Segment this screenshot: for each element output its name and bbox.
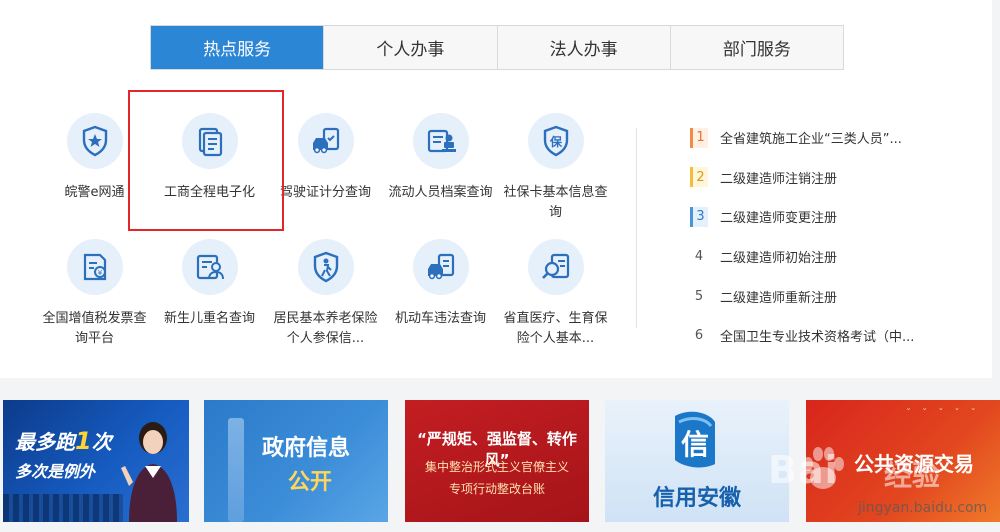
hot-list: 1 全省建筑施工企业“三类人员”... 2 二级建造师注销注册 3 二级建造师变… [690, 118, 990, 356]
service-label: 驾驶证计分查询 [279, 185, 371, 200]
hot-list-text: 全省建筑施工企业“三类人员”... [720, 132, 902, 148]
elderly-shield-icon [297, 239, 354, 295]
banner-rectification[interactable]: “严规矩、强监督、转作风” 集中整治形式主义官僚主义 专项行动整改台账 [405, 400, 589, 522]
service-label: 社保卡基本信息查询 [503, 185, 608, 220]
banner-subline: 集中整治形式主义官僚主义 [424, 460, 569, 474]
id-card-person-icon [181, 239, 238, 295]
service-label: 流动人员档案查询 [388, 185, 493, 200]
hot-list-item[interactable]: 4 二级建造师初始注册 [690, 237, 990, 277]
credit-logo-icon: 信 [675, 411, 715, 468]
hot-list-item[interactable]: 2 二级建造师注销注册 [690, 158, 990, 198]
service-label: 居民基本养老保险个人参保信... [273, 311, 378, 346]
service-item-social-security-card[interactable]: 保 社保卡基本信息查询 [498, 113, 613, 223]
service-tabs: 热点服务 个人办事 法人办事 部门服务 [150, 25, 844, 70]
social-security-shield-icon: 保 [527, 113, 584, 169]
hot-list-item[interactable]: 1 全省建筑施工企业“三类人员”... [690, 118, 990, 158]
presenter-figure [121, 422, 177, 522]
service-label: 省直医疗、生育保险个人基本... [503, 311, 608, 346]
birds-decoration: ˇ ˇ ˇ ˇ ˇ [906, 408, 980, 419]
banner-subline: 公开 [288, 470, 333, 495]
hot-list-text: 二级建造师重新注册 [720, 290, 838, 306]
city-skyline [3, 494, 123, 522]
service-label: 全国增值税发票查询平台 [42, 311, 147, 346]
search-document-icon [527, 239, 584, 295]
invoice-icon: ¥ [66, 239, 123, 295]
service-item-floating-personnel-archive[interactable]: 流动人员档案查询 [383, 113, 498, 203]
car-violation-icon [412, 239, 469, 295]
hot-list-text: 二级建造师初始注册 [720, 251, 838, 267]
archive-stamp-icon [412, 113, 469, 169]
service-label: 机动车违法查询 [394, 311, 486, 326]
rank-badge: 2 [690, 167, 708, 188]
highlight-box [128, 90, 284, 231]
hot-list-item[interactable]: 3 二级建造师变更注册 [690, 197, 990, 237]
banner-run-once[interactable]: 最多跑1次 多次是例外 [3, 400, 189, 522]
service-item-newborn-name[interactable]: 新生儿重名查询 [152, 239, 267, 329]
svg-text:保: 保 [548, 134, 562, 149]
service-item-vat-invoice[interactable]: ¥ 全国增值税发票查询平台 [37, 239, 152, 349]
divider [636, 128, 637, 328]
banner-headline: 最多跑1次 [15, 427, 112, 455]
service-item-medical-maternity-insurance[interactable]: 省直医疗、生育保险个人基本... [498, 239, 613, 349]
rank-number: 4 [694, 249, 704, 265]
service-panel: 热点服务 个人办事 法人办事 部门服务 皖警e网通 工商全程电子化 驾驶证计分查… [0, 0, 992, 378]
banner-public-resource-trading[interactable]: ˇ ˇ ˇ ˇ ˇ 公共资源交易 [806, 400, 1000, 522]
service-item-pension-insurance[interactable]: 居民基本养老保险个人参保信... [268, 239, 383, 349]
banner-government-info[interactable]: 政府信息 公开 [204, 400, 388, 522]
tab-legal-entity-affairs[interactable]: 法人办事 [498, 26, 671, 69]
tab-department-services[interactable]: 部门服务 [671, 26, 843, 69]
tab-hot-services[interactable]: 热点服务 [151, 26, 325, 69]
svg-text:¥: ¥ [97, 269, 102, 277]
banner-headline: 公共资源交易 [854, 452, 974, 476]
tab-personal-affairs[interactable]: 个人办事 [324, 26, 498, 69]
car-clipboard-icon [297, 113, 354, 169]
banner-headline: 信用安徽 [652, 486, 741, 511]
rank-badge: 3 [690, 206, 708, 227]
hot-list-item[interactable]: 5 二级建造师重新注册 [690, 276, 990, 316]
rank-badge: 1 [690, 127, 708, 148]
banner-credit-anhui[interactable]: 信 信用安徽 [605, 400, 789, 522]
hot-list-text: 全国卫生专业技术资格考试（中... [720, 330, 915, 346]
svg-text:信: 信 [681, 428, 709, 461]
service-item-vehicle-violation[interactable]: 机动车违法查询 [383, 239, 498, 329]
rank-number: 6 [694, 328, 704, 344]
banner-subline: 多次是例外 [15, 462, 96, 481]
service-label: 新生儿重名查询 [163, 311, 255, 326]
police-badge-icon [66, 113, 123, 169]
service-item-driver-license-points[interactable]: 驾驶证计分查询 [268, 113, 383, 203]
banner-subline: 专项行动整改台账 [448, 482, 545, 496]
banner-headline: 政府信息 [262, 436, 351, 461]
hot-list-text: 二级建造师变更注册 [720, 211, 838, 227]
hot-list-text: 二级建造师注销注册 [720, 171, 838, 187]
rank-number: 5 [694, 288, 704, 304]
hot-list-item[interactable]: 6 全国卫生专业技术资格考试（中... [690, 316, 990, 356]
huabiao-pillar [228, 418, 244, 522]
